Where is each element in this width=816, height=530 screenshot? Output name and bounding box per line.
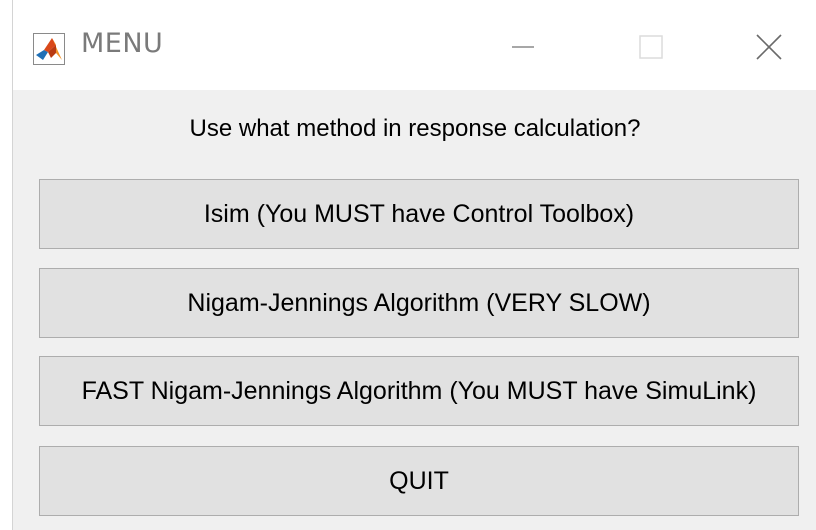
close-icon[interactable] <box>739 22 799 72</box>
quit-button[interactable]: QUIT <box>39 446 799 516</box>
title-bar[interactable]: MENU <box>13 0 816 90</box>
matlab-logo-icon <box>33 33 65 65</box>
fast-nigam-jennings-button[interactable]: FAST Nigam-Jennings Algorithm (You MUST … <box>39 356 799 426</box>
lsim-button[interactable]: Isim (You MUST have Control Toolbox) <box>39 179 799 249</box>
nigam-jennings-button[interactable]: Nigam-Jennings Algorithm (VERY SLOW) <box>39 268 799 338</box>
window-title: MENU <box>81 28 164 59</box>
maximize-icon[interactable] <box>621 22 681 72</box>
prompt-text: Use what method in response calculation? <box>189 115 641 142</box>
minimize-icon[interactable] <box>493 22 553 72</box>
menu-window: MENU Use what method in response calcula… <box>12 0 816 530</box>
